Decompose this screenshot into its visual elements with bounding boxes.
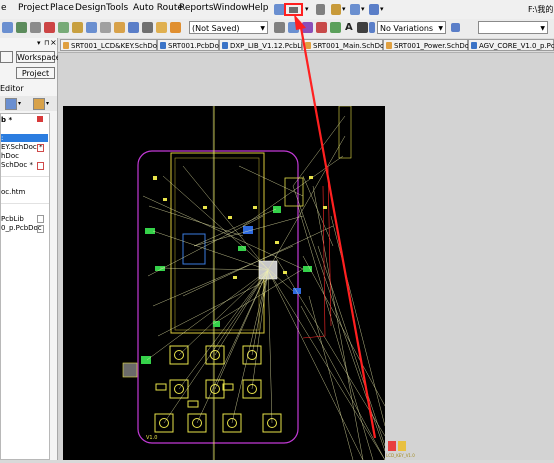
red-arrow-head xyxy=(294,14,306,30)
red-arrow-line xyxy=(298,21,377,439)
annotation-overlay xyxy=(294,14,377,439)
